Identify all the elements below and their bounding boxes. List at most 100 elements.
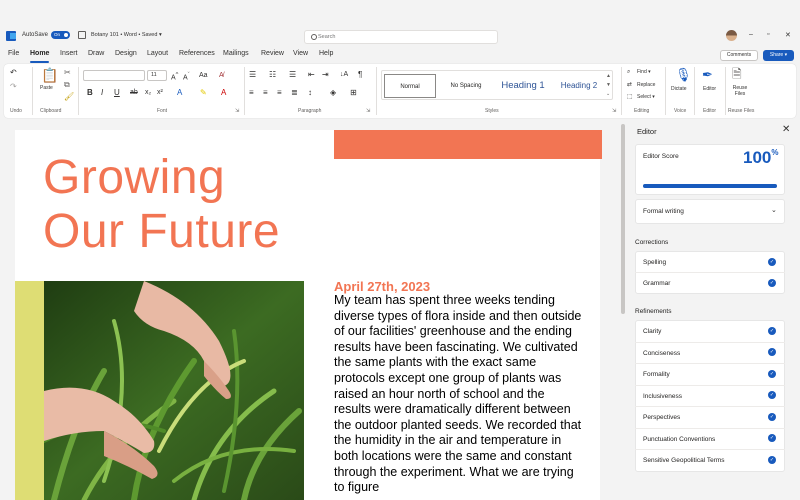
decrease-indent-icon[interactable]: ⇤ [308, 70, 315, 79]
document-headline[interactable]: Growing Our Future [43, 151, 280, 259]
document-body-text[interactable]: My team has spent three weeks tending di… [334, 293, 584, 496]
tab-help[interactable]: Help [319, 50, 333, 57]
tab-references[interactable]: References [179, 50, 215, 57]
line-spacing-icon[interactable]: ↕ [308, 88, 312, 97]
window-close-button[interactable]: ✕ [785, 31, 791, 39]
tab-review[interactable]: Review [261, 50, 284, 57]
tab-layout[interactable]: Layout [147, 50, 168, 57]
subscript-icon[interactable]: x₂ [145, 88, 151, 97]
paste-icon[interactable]: 📋 [41, 67, 58, 83]
group-label-styles: Styles [485, 108, 499, 114]
refinement-clarity[interactable]: Clarity [643, 328, 661, 335]
refinement-inclusiveness[interactable]: Inclusiveness [643, 393, 682, 400]
refinement-sensitive-geopolitical-terms[interactable]: Sensitive Geopolitical Terms [643, 457, 725, 464]
superscript-icon[interactable]: x² [157, 88, 163, 97]
sort-icon[interactable]: ↓A [340, 70, 348, 79]
restore-button[interactable]: ▫ [767, 31, 769, 38]
minimize-button[interactable]: – [749, 31, 753, 38]
shrink-font-icon[interactable]: Aˇ [183, 71, 190, 82]
correction-spelling[interactable]: Spelling [643, 259, 666, 266]
tab-view[interactable]: View [293, 50, 308, 57]
active-tab-indicator [30, 61, 49, 63]
styles-dialog-launcher-icon[interactable]: ⇲ [612, 107, 616, 116]
comments-button[interactable]: Comments [720, 50, 758, 61]
bold-icon[interactable]: B [87, 88, 93, 97]
style-heading-2[interactable]: Heading 2 [554, 74, 604, 98]
borders-icon[interactable]: ⊞ [350, 88, 357, 97]
redo-icon[interactable]: ↷ [10, 82, 17, 91]
justify-icon[interactable]: ≣ [291, 88, 298, 97]
writing-style-value: Formal writing [643, 208, 684, 215]
chevron-down-icon[interactable]: ⌄ [771, 206, 777, 214]
copy-icon[interactable]: ⧉ [64, 80, 70, 89]
cut-icon[interactable]: ✂ [64, 68, 71, 77]
clear-formatting-icon[interactable]: A̸ [219, 71, 224, 80]
document-title[interactable]: Botany 101 • Word • Saved ▾ [91, 32, 162, 38]
tab-design[interactable]: Design [115, 50, 137, 57]
row-divider [635, 406, 785, 407]
editor-pane-close-button[interactable]: ✕ [782, 124, 790, 135]
text-effects-icon[interactable]: A [177, 88, 182, 97]
font-size-box[interactable]: 11 [147, 70, 167, 81]
tab-mailings[interactable]: Mailings [223, 50, 249, 57]
styles-scroll-up-icon[interactable]: ▲ [606, 72, 611, 81]
multilevel-list-icon[interactable]: ☰ [289, 70, 296, 79]
save-icon[interactable] [78, 31, 86, 39]
italic-icon[interactable]: I [101, 88, 103, 97]
style-no-spacing[interactable]: No Spacing [440, 74, 492, 98]
search-input[interactable] [318, 32, 488, 42]
font-color-icon[interactable]: A [221, 88, 226, 97]
highlight-icon[interactable]: ✎ [200, 88, 207, 97]
group-separator [376, 67, 377, 115]
shading-icon[interactable]: ◈ [330, 88, 336, 97]
word-app-icon [6, 31, 16, 41]
tab-insert[interactable]: Insert [60, 50, 78, 57]
reuse-files-icon[interactable]: 🗎 [732, 67, 742, 82]
microphone-icon[interactable]: 🎙 [675, 67, 692, 82]
format-painter-icon[interactable]: 🖌 [64, 92, 74, 101]
show-formatting-icon[interactable]: ¶ [358, 70, 362, 79]
group-label-paragraph: Paragraph [298, 108, 322, 114]
align-center-icon[interactable]: ≡ [263, 88, 268, 97]
grow-font-icon[interactable]: A^ [171, 71, 178, 82]
increase-indent-icon[interactable]: ⇥ [322, 70, 329, 79]
scrollbar-thumb[interactable] [621, 124, 625, 314]
strikethrough-icon[interactable]: ab [130, 88, 138, 97]
autosave-toggle[interactable]: On [51, 31, 70, 39]
refinement-conciseness[interactable]: Conciseness [643, 350, 680, 357]
font-name-box[interactable] [83, 70, 145, 81]
font-dialog-launcher-icon[interactable]: ⇲ [235, 107, 239, 116]
autosave-label: AutoSave [22, 32, 49, 38]
refinement-formality[interactable]: Formality [643, 371, 670, 378]
group-separator [244, 67, 245, 115]
tab-draw[interactable]: Draw [88, 50, 104, 57]
select-button[interactable]: Select ▾ [637, 94, 655, 100]
correction-grammar[interactable]: Grammar [643, 280, 670, 287]
replace-button[interactable]: Replace [637, 82, 655, 88]
style-heading-1[interactable]: Heading 1 [494, 74, 552, 98]
editor-icon[interactable]: ✒ [702, 67, 713, 82]
numbering-icon[interactable]: ☷ [269, 70, 276, 79]
document-scrollbar[interactable] [620, 124, 626, 314]
styles-more-icon[interactable]: ⌄ [606, 90, 610, 99]
headline-line-1: Growing [43, 151, 226, 204]
plant-photo[interactable] [44, 281, 304, 500]
style-normal[interactable]: Normal [384, 74, 436, 98]
bullets-icon[interactable]: ☰ [249, 70, 256, 79]
refinement-perspectives[interactable]: Perspectives [643, 414, 680, 421]
tab-file[interactable]: File [8, 50, 19, 57]
document-date[interactable]: April 27th, 2023 [334, 279, 430, 294]
underline-icon[interactable]: U [114, 88, 120, 97]
change-case-icon[interactable]: Aa [199, 71, 208, 80]
search-box[interactable] [304, 30, 498, 44]
styles-scroll-down-icon[interactable]: ▼ [606, 81, 611, 90]
refinement-punctuation-conventions[interactable]: Punctuation Conventions [643, 436, 715, 443]
align-right-icon[interactable]: ≡ [277, 88, 282, 97]
align-left-icon[interactable]: ≡ [249, 88, 254, 97]
share-button[interactable]: Share ▾ [763, 50, 794, 61]
tab-home[interactable]: Home [30, 50, 49, 57]
undo-icon[interactable]: ↶ [10, 68, 17, 77]
avatar[interactable] [726, 30, 737, 41]
find-button[interactable]: Find ▾ [637, 69, 651, 75]
paragraph-dialog-launcher-icon[interactable]: ⇲ [366, 107, 370, 116]
